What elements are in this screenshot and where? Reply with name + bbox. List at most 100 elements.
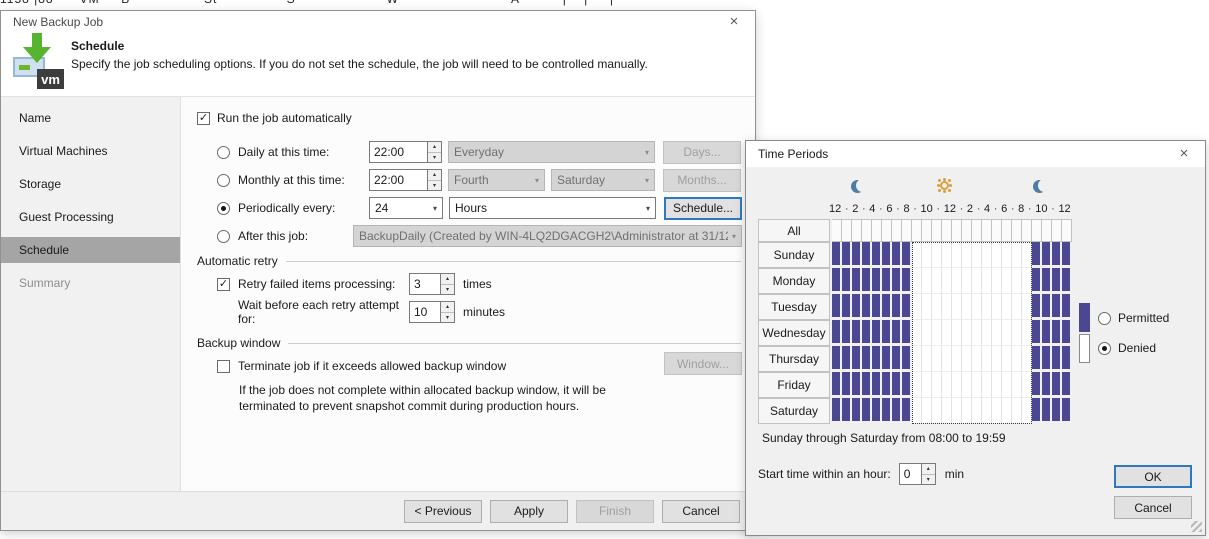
grid-cell[interactable] (992, 294, 1002, 320)
grid-cell[interactable] (862, 398, 872, 424)
grid-cell[interactable] (842, 346, 852, 372)
spin-down-icon[interactable]: ▾ (441, 312, 454, 323)
grid-cell[interactable] (862, 219, 872, 242)
grid-cell[interactable] (1032, 268, 1042, 294)
grid-cell[interactable] (862, 346, 872, 372)
monthly-time-spinner[interactable]: 22:00 ▴▾ (369, 169, 442, 191)
grid-cell[interactable] (872, 268, 882, 294)
grid-cell[interactable] (922, 372, 932, 398)
grid-cell[interactable] (1042, 372, 1052, 398)
grid-cell[interactable] (962, 242, 972, 268)
grid-cell[interactable] (992, 398, 1002, 424)
spin-up-icon[interactable]: ▴ (428, 142, 441, 152)
grid-cell[interactable] (872, 320, 882, 346)
grid-cell[interactable] (1052, 398, 1062, 424)
grid-cell[interactable] (882, 320, 892, 346)
grid-cell[interactable] (1052, 320, 1062, 346)
grid-cell[interactable] (892, 268, 902, 294)
periodically-value-combo[interactable]: 24 ▾ (369, 197, 443, 219)
spin-up-icon[interactable]: ▴ (428, 170, 441, 180)
spin-up-icon[interactable]: ▴ (441, 302, 454, 312)
grid-cell[interactable] (1032, 398, 1042, 424)
wait-minutes-spinner[interactable]: 10 ▴▾ (409, 301, 455, 323)
grid-cell[interactable] (842, 398, 852, 424)
grid-cell[interactable] (852, 398, 862, 424)
grid-cell[interactable] (1022, 372, 1032, 398)
resize-grip[interactable] (1191, 521, 1202, 532)
grid-cell[interactable] (892, 242, 902, 268)
grid-cell[interactable] (852, 372, 862, 398)
grid-cell[interactable] (1022, 320, 1032, 346)
grid-cell[interactable] (1012, 320, 1022, 346)
grid-cell[interactable] (982, 242, 992, 268)
day-header-monday[interactable]: Monday (758, 268, 830, 294)
grid-cell[interactable] (942, 320, 952, 346)
run-automatically-checkbox[interactable]: ✓ (197, 112, 210, 125)
grid-cell[interactable] (982, 294, 992, 320)
grid-cell[interactable] (1002, 242, 1012, 268)
grid-cell[interactable] (972, 346, 982, 372)
grid-cell[interactable] (952, 346, 962, 372)
spin-down-icon[interactable]: ▾ (428, 180, 441, 191)
grid-cell[interactable] (912, 294, 922, 320)
spin-down-icon[interactable]: ▾ (922, 474, 935, 485)
grid-cell[interactable] (992, 320, 1002, 346)
grid-cell[interactable] (982, 320, 992, 346)
grid-cell[interactable] (912, 398, 922, 424)
grid-cell[interactable] (952, 242, 962, 268)
grid-cell[interactable] (862, 294, 872, 320)
grid-cell[interactable] (962, 268, 972, 294)
grid-cell[interactable] (832, 268, 842, 294)
grid-cell[interactable] (842, 242, 852, 268)
grid-cell[interactable] (1062, 268, 1072, 294)
grid-cell[interactable] (842, 268, 852, 294)
start-time-spinner[interactable]: 0 ▴▾ (899, 463, 936, 485)
grid-cell[interactable] (962, 219, 972, 242)
grid-cell[interactable] (912, 242, 922, 268)
grid-cell[interactable] (982, 398, 992, 424)
spin-up-icon[interactable]: ▴ (441, 274, 454, 284)
grid-cell[interactable] (882, 268, 892, 294)
grid-cell[interactable] (892, 398, 902, 424)
grid-cell[interactable] (952, 268, 962, 294)
grid-cell[interactable] (832, 242, 842, 268)
grid-cell[interactable] (972, 242, 982, 268)
daily-time-spinner[interactable]: 22:00 ▴▾ (369, 141, 442, 163)
cancel-button[interactable]: Cancel (1114, 496, 1192, 519)
grid-cell[interactable] (962, 346, 972, 372)
day-header-thursday[interactable]: Thursday (758, 346, 830, 372)
grid-cell[interactable] (922, 320, 932, 346)
grid-cell[interactable] (1012, 219, 1022, 242)
grid-cell[interactable] (1012, 242, 1022, 268)
grid-cell[interactable] (1042, 294, 1052, 320)
grid-cell[interactable] (1052, 242, 1062, 268)
grid-cell[interactable] (972, 398, 982, 424)
day-header-tuesday[interactable]: Tuesday (758, 294, 830, 320)
grid-cell[interactable] (992, 219, 1002, 242)
grid-cell[interactable] (902, 320, 912, 346)
grid-cell[interactable] (832, 219, 842, 242)
grid-cell[interactable] (972, 219, 982, 242)
grid-cell[interactable] (912, 219, 922, 242)
grid-cell[interactable] (902, 294, 912, 320)
grid-cell[interactable] (852, 219, 862, 242)
grid-cell[interactable] (842, 219, 852, 242)
close-icon[interactable]: × (725, 13, 743, 31)
previous-button[interactable]: < Previous (404, 500, 482, 523)
grid-cell[interactable] (1042, 346, 1052, 372)
grid-cell[interactable] (982, 372, 992, 398)
grid-cell[interactable] (882, 346, 892, 372)
grid-cell[interactable] (952, 219, 962, 242)
grid-cell[interactable] (1022, 268, 1032, 294)
grid-cell[interactable] (1012, 398, 1022, 424)
grid-cell[interactable] (852, 294, 862, 320)
grid-cell[interactable] (842, 320, 852, 346)
sidebar-item-name[interactable]: Name (1, 105, 180, 131)
grid-cell[interactable] (902, 398, 912, 424)
grid-cell[interactable] (912, 346, 922, 372)
grid-cell[interactable] (922, 346, 932, 372)
grid-cell[interactable] (992, 242, 1002, 268)
grid-cell[interactable] (932, 398, 942, 424)
denied-radio[interactable] (1098, 342, 1111, 355)
grid-cell[interactable] (1012, 294, 1022, 320)
